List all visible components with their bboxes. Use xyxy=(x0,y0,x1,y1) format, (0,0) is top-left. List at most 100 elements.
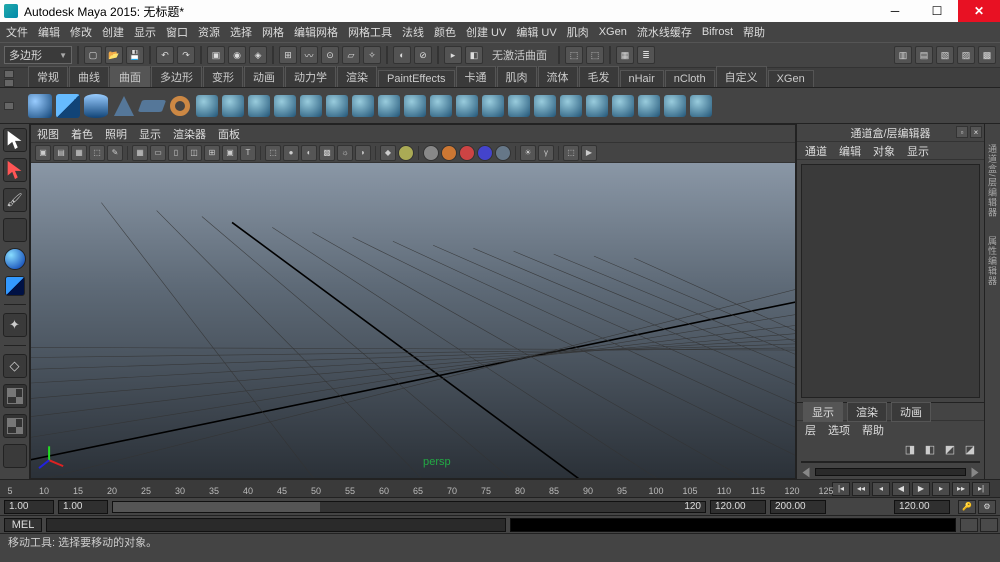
pv-field-chart-icon[interactable]: ⊞ xyxy=(204,145,220,161)
pv-default-quality-icon[interactable] xyxy=(423,145,439,161)
anim-slider[interactable] xyxy=(797,465,984,479)
menu-资源[interactable]: 资源 xyxy=(198,24,220,40)
nurbs-torus-icon[interactable] xyxy=(168,94,192,118)
panel-close-icon[interactable]: × xyxy=(970,126,982,138)
toggle-c-icon[interactable]: ▧ xyxy=(936,46,954,64)
shelf-tab-PaintEffects[interactable]: PaintEffects xyxy=(378,70,455,87)
maya-home-icon[interactable] xyxy=(3,444,27,468)
pv-bookmark-icon[interactable]: ▤ xyxy=(53,145,69,161)
layer-tab-渲染[interactable]: 渲染 xyxy=(847,402,887,422)
pv-wire-shaded-icon[interactable]: ◐ xyxy=(301,145,317,161)
channel-tab-编辑[interactable]: 编辑 xyxy=(839,143,861,159)
pv-grease-icon[interactable]: ✎ xyxy=(107,145,123,161)
sidebar-toggle-attributes[interactable]: 属性编辑器 xyxy=(986,236,999,286)
panel-menu-显示[interactable]: 显示 xyxy=(139,126,161,142)
layer-icon-1[interactable]: ◨ xyxy=(902,441,918,457)
menu-文件[interactable]: 文件 xyxy=(6,24,28,40)
maximize-button[interactable]: ☐ xyxy=(916,0,958,22)
pv-safe-title-icon[interactable]: T xyxy=(240,145,256,161)
layer-list[interactable] xyxy=(801,461,980,463)
history-icon[interactable]: ◐ xyxy=(393,46,411,64)
channel-tab-对象[interactable]: 对象 xyxy=(873,143,895,159)
paint-select-tool[interactable]: 🖌 xyxy=(3,188,27,212)
shelf-tool-16-icon[interactable] xyxy=(586,95,608,117)
channel-tab-通道[interactable]: 通道 xyxy=(805,143,827,159)
shelf-tool-10-icon[interactable] xyxy=(430,95,452,117)
menu-网格工具[interactable]: 网格工具 xyxy=(348,24,392,40)
open-scene-icon[interactable]: 📂 xyxy=(105,46,123,64)
render-icon[interactable]: ▸ xyxy=(444,46,462,64)
shelf-tab-曲线[interactable]: 曲线 xyxy=(69,66,109,87)
panel-undock-icon[interactable]: ▫ xyxy=(956,126,968,138)
select-object-icon[interactable]: ◉ xyxy=(228,46,246,64)
shelf-tool-1-icon[interactable] xyxy=(196,95,218,117)
layer-tab-动画[interactable]: 动画 xyxy=(891,402,931,422)
pv-image-plane-icon[interactable]: ▦ xyxy=(71,145,87,161)
shelf-tool-7-icon[interactable] xyxy=(352,95,374,117)
shelf-tab-流体[interactable]: 流体 xyxy=(538,66,578,87)
nurbs-sphere-icon[interactable] xyxy=(28,94,52,118)
pv-wire-icon[interactable]: ⬚ xyxy=(265,145,281,161)
shelf-tool-19-icon[interactable] xyxy=(664,95,686,117)
pv-shaded-icon[interactable]: ● xyxy=(283,145,299,161)
scale-tool[interactable] xyxy=(5,276,25,296)
toggle-d-icon[interactable]: ▨ xyxy=(957,46,975,64)
nurbs-plane-icon[interactable] xyxy=(138,100,166,112)
pv-grid-icon[interactable]: ▦ xyxy=(132,145,148,161)
shelf-tool-17-icon[interactable] xyxy=(612,95,634,117)
nurbs-cube-icon[interactable] xyxy=(56,94,80,118)
panel-menu-照明[interactable]: 照明 xyxy=(105,126,127,142)
layer-menu-层[interactable]: 层 xyxy=(805,422,816,438)
undo-icon[interactable]: ↶ xyxy=(156,46,174,64)
shelf-tool-6-icon[interactable] xyxy=(326,95,348,117)
menu-窗口[interactable]: 窗口 xyxy=(166,24,188,40)
close-button[interactable]: ✕ xyxy=(958,0,1000,22)
shelf-tool-20-icon[interactable] xyxy=(690,95,712,117)
menu-颜色[interactable]: 颜色 xyxy=(434,24,456,40)
snap-curve-icon[interactable]: 〰 xyxy=(300,46,318,64)
pv-ipr-icon[interactable]: ▶ xyxy=(581,145,597,161)
pv-gate-mask-icon[interactable]: ◫ xyxy=(186,145,202,161)
script-editor-icon[interactable] xyxy=(960,518,978,532)
anim-end-field[interactable]: 200.00 xyxy=(770,500,826,514)
pv-xray-icon[interactable] xyxy=(398,145,414,161)
play-back-icon[interactable]: ◀ xyxy=(892,482,910,496)
mode-selector[interactable]: 多边形▼ xyxy=(4,46,72,64)
menu-编辑[interactable]: 编辑 xyxy=(38,24,60,40)
shelf-tab-毛发[interactable]: 毛发 xyxy=(579,66,619,87)
redo-icon[interactable]: ↷ xyxy=(177,46,195,64)
pv-textured-icon[interactable]: ▩ xyxy=(319,145,335,161)
shelf-tab-多边形[interactable]: 多边形 xyxy=(151,66,202,87)
panel-menu-渲染器[interactable]: 渲染器 xyxy=(173,126,206,142)
shelf-tab-渲染[interactable]: 渲染 xyxy=(337,66,377,87)
mel-label[interactable]: MEL xyxy=(4,518,42,532)
toggle-e-icon[interactable]: ▩ xyxy=(978,46,996,64)
input-field-a-icon[interactable]: ⬚ xyxy=(565,46,583,64)
menu-创建 UV[interactable]: 创建 UV xyxy=(466,24,506,40)
menu-编辑 UV[interactable]: 编辑 UV xyxy=(516,24,556,40)
snap-point-icon[interactable]: ⊙ xyxy=(321,46,339,64)
shelf-tab-动画[interactable]: 动画 xyxy=(244,66,284,87)
shelf-tool-11-icon[interactable] xyxy=(456,95,478,117)
layer-icon-2[interactable]: ◧ xyxy=(922,441,938,457)
shelf-edit-icon[interactable] xyxy=(4,102,14,110)
shelf-tab-XGen[interactable]: XGen xyxy=(768,70,814,87)
time-slider[interactable]: 5101520253035404550556065707580859095100… xyxy=(0,479,1000,497)
command-input[interactable] xyxy=(46,518,506,532)
menu-修改[interactable]: 修改 xyxy=(70,24,92,40)
pv-render-icon[interactable]: ⬚ xyxy=(563,145,579,161)
shelf-tool-18-icon[interactable] xyxy=(638,95,660,117)
shelf-tab-曲面[interactable]: 曲面 xyxy=(110,66,150,87)
toggle-a-icon[interactable]: ▥ xyxy=(894,46,912,64)
next-key-icon[interactable]: ▸ xyxy=(932,482,950,496)
pv-ssao-icon[interactable] xyxy=(477,145,493,161)
layer-menu-帮助[interactable]: 帮助 xyxy=(862,422,884,438)
shelf-tool-9-icon[interactable] xyxy=(404,95,426,117)
toggle-b-icon[interactable]: ▤ xyxy=(915,46,933,64)
snap-plane-icon[interactable]: ▱ xyxy=(342,46,360,64)
input-field-d-icon[interactable]: ≣ xyxy=(637,46,655,64)
select-tool[interactable] xyxy=(3,128,27,152)
playback-start-field[interactable]: 1.00 xyxy=(58,500,108,514)
slider-next-icon[interactable] xyxy=(972,467,979,477)
playback-end-field[interactable]: 120.00 xyxy=(710,500,766,514)
